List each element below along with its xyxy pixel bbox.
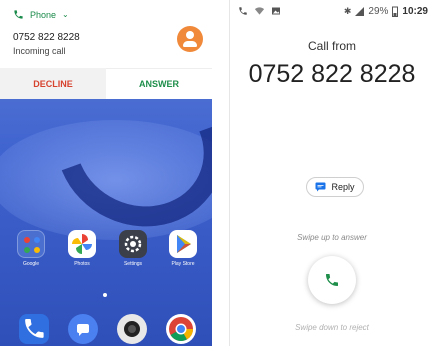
status-right: ✱ 29% 10:29 (344, 6, 428, 17)
phone-icon (14, 10, 23, 19)
app-label: Photos (74, 261, 90, 267)
swipe-up-hint: Swipe up to answer (297, 233, 367, 242)
chrome-icon[interactable] (166, 314, 196, 344)
photos-icon (68, 230, 96, 258)
reply-button[interactable]: Reply (306, 177, 364, 197)
notification-caller-number: 0752 822 8228 (13, 32, 80, 43)
bluetooth-icon: ✱ (343, 6, 352, 16)
status-left-icons (238, 6, 281, 16)
left-phone-screen: Phone ⌄ 0752 822 8228 Incoming call DECL… (0, 0, 212, 346)
signal-icon (355, 7, 365, 16)
page-indicator (103, 293, 107, 297)
notification-app-row: Phone ⌄ (13, 9, 69, 20)
call-from-label: Call from (307, 39, 356, 53)
battery-icon (392, 6, 399, 17)
reply-label: Reply (331, 182, 355, 192)
app-google[interactable]: Google (11, 230, 51, 267)
notification-subtitle: Incoming call (13, 46, 66, 56)
google-folder-icon (17, 230, 45, 258)
chevron-down-icon[interactable]: ⌄ (62, 10, 69, 19)
answer-button[interactable]: ANSWER (106, 68, 212, 99)
answer-call-button[interactable] (308, 256, 356, 304)
play-store-icon (169, 230, 197, 258)
app-settings[interactable]: Settings (113, 230, 153, 267)
image-icon (272, 7, 280, 15)
phone-icon (326, 274, 338, 286)
battery-percent: 29% (368, 6, 389, 17)
swipe-down-hint: Swipe down to reject (295, 323, 369, 332)
status-bar: ✱ 29% 10:29 (230, 6, 433, 22)
app-label: Settings (123, 261, 143, 267)
message-icon (315, 182, 326, 192)
status-time: 10:29 (402, 6, 428, 17)
avatar (177, 26, 203, 52)
messages-icon[interactable] (68, 314, 98, 344)
app-label: Play Store (171, 261, 195, 267)
phone-icon (239, 7, 247, 15)
camera-icon[interactable] (117, 314, 147, 344)
gear-icon (119, 230, 147, 258)
right-phone-screen: ✱ 29% 10:29 Call from 0752 822 8228 Repl… (229, 0, 433, 346)
decline-button[interactable]: DECLINE (0, 68, 106, 99)
wifi-icon (254, 7, 265, 15)
phone-icon[interactable] (19, 314, 49, 344)
app-photos[interactable]: Photos (62, 230, 102, 267)
notification-app-name: Phone (30, 9, 57, 20)
caller-number: 0752 822 8228 (248, 60, 416, 88)
app-label: Google (22, 261, 40, 267)
app-play-store[interactable]: Play Store (163, 230, 203, 267)
